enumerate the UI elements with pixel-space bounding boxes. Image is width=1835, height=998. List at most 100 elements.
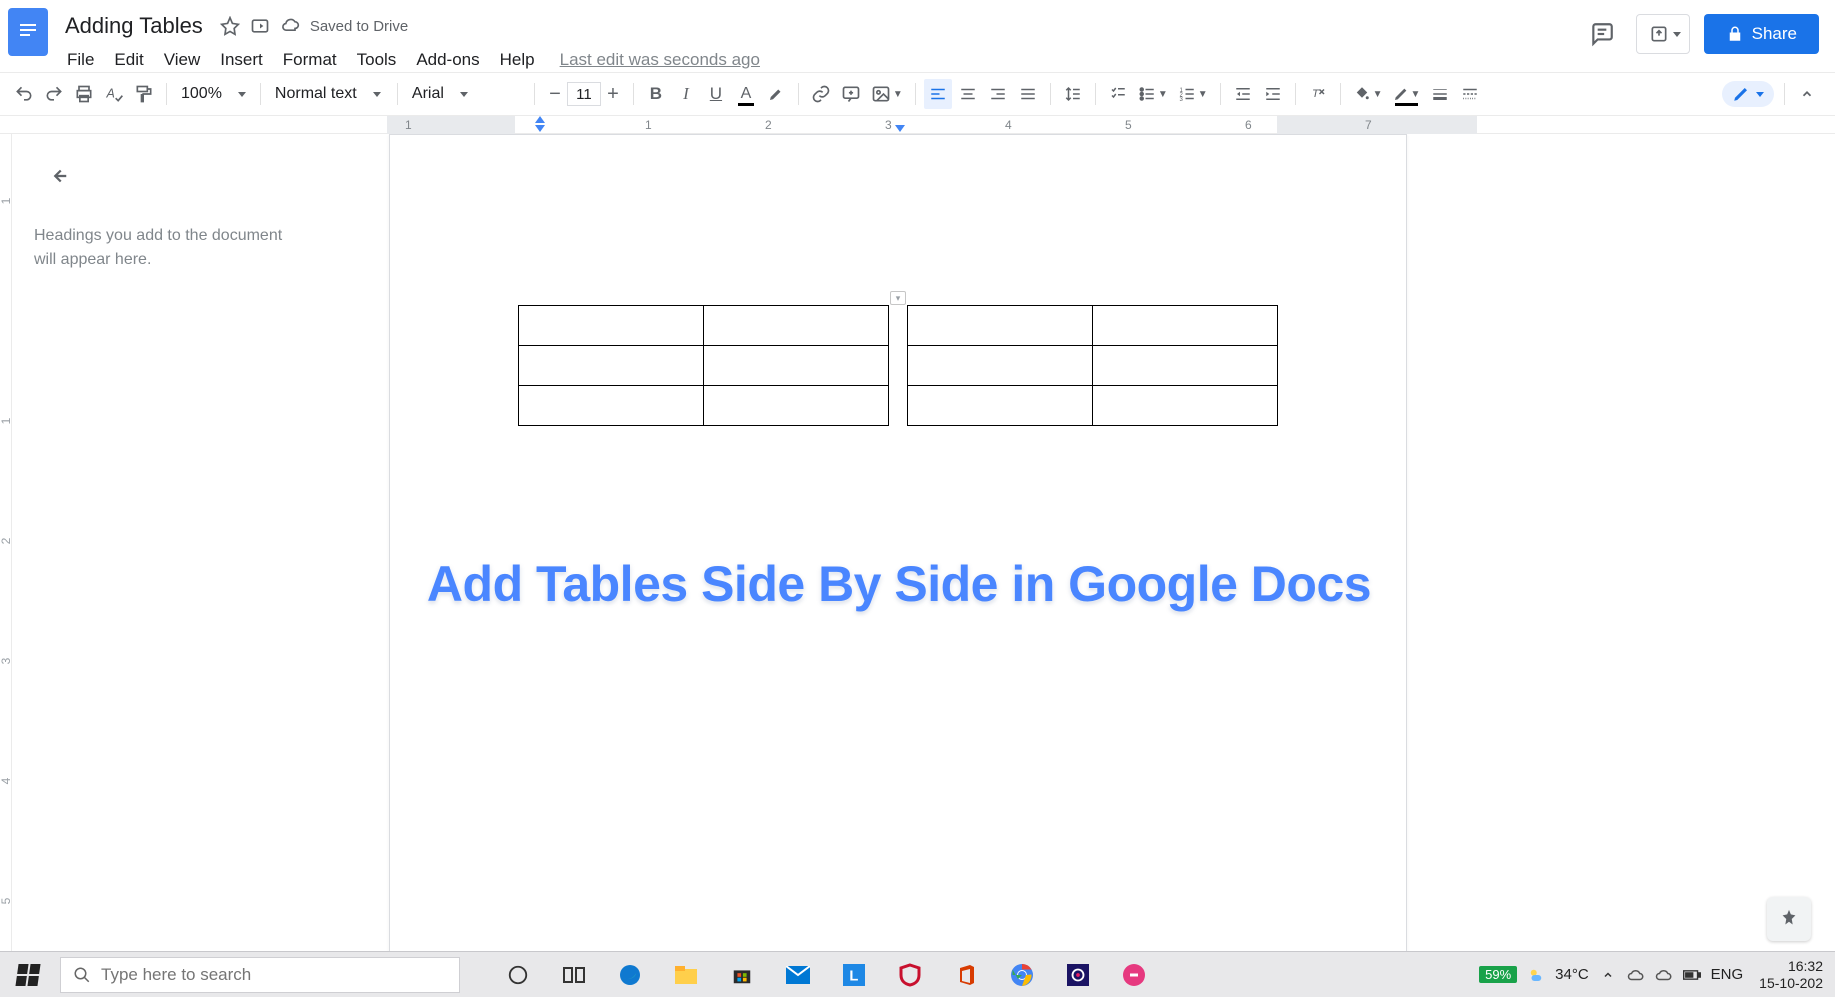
outline-collapse-button[interactable] [40,158,76,194]
menu-view[interactable]: View [155,46,210,74]
task-taskview-icon[interactable] [546,952,602,998]
collapse-toolbar-button[interactable] [1795,82,1819,106]
chevron-down-icon [1673,32,1681,37]
taskbar-search[interactable] [60,957,460,993]
share-button-label: Share [1752,24,1797,44]
task-mcafee-icon[interactable] [882,952,938,998]
horizontal-ruler[interactable]: 1 1 2 3 4 5 6 7 [0,116,1835,134]
font-size-increase[interactable]: + [601,80,625,108]
battery-icon[interactable] [1683,966,1701,984]
align-justify-button[interactable] [1014,79,1042,109]
bulleted-list-button[interactable]: ▼ [1134,79,1172,109]
clock-time: 16:32 [1759,958,1823,974]
last-edit-link[interactable]: Last edit was seconds ago [560,50,760,70]
star-icon[interactable] [220,16,240,36]
paragraph-style-combo[interactable]: Normal text [269,79,389,109]
menu-edit[interactable]: Edit [105,46,152,74]
task-office-icon[interactable] [938,952,994,998]
paragraph-style-value: Normal text [275,85,357,103]
task-edge-icon[interactable] [602,952,658,998]
docs-app-icon[interactable] [8,8,48,56]
taskbar-search-input[interactable] [101,965,447,985]
text-color-button[interactable]: A [732,79,760,109]
chevron-down-icon: ▼ [1198,89,1208,100]
underline-button[interactable]: U [702,79,730,109]
cloud-icon[interactable] [1655,966,1673,984]
clear-formatting-button[interactable]: T [1304,79,1332,109]
ruler-label: 2 [765,118,772,132]
tray-expand-icon[interactable] [1599,966,1617,984]
highlight-color-button[interactable] [762,79,790,109]
menu-addons[interactable]: Add-ons [407,46,488,74]
menu-tools[interactable]: Tools [348,46,406,74]
zoom-combo[interactable]: 100% [175,79,252,109]
checklist-button[interactable] [1104,79,1132,109]
page[interactable]: ▾ Add Tables Side By Side in Google Docs [389,134,1407,951]
right-indent-marker[interactable] [895,125,905,132]
align-center-button[interactable] [954,79,982,109]
cloud-saved-icon [280,16,300,36]
menu-format[interactable]: Format [274,46,346,74]
battery-badge[interactable]: 59% [1479,966,1517,983]
task-store-icon[interactable] [714,952,770,998]
italic-button[interactable]: I [672,79,700,109]
insert-link-button[interactable] [807,79,835,109]
fill-color-button[interactable]: ▼ [1349,79,1387,109]
undo-button[interactable] [10,79,38,109]
outline-panel: Headings you add to the document will ap… [12,134,365,951]
task-screenrec-icon[interactable] [1050,952,1106,998]
onedrive-icon[interactable] [1627,966,1645,984]
chevron-down-icon [373,92,381,97]
share-button[interactable]: Share [1704,14,1819,54]
insert-image-button[interactable]: ▼ [867,79,907,109]
task-mail-icon[interactable] [770,952,826,998]
insert-comment-button[interactable] [837,79,865,109]
move-icon[interactable] [250,16,270,36]
document-canvas[interactable]: ▾ Add Tables Side By Side in Google Docs [365,134,1835,951]
vertical-ruler[interactable]: 1 1 2 3 4 5 [0,134,12,951]
first-line-indent-marker[interactable] [535,116,545,123]
toolbar: A 100% Normal text Arial − + B I U A ▼ ▼… [0,72,1835,116]
indent-button[interactable] [1259,79,1287,109]
language-indicator[interactable]: ENG [1711,966,1744,983]
border-style-button[interactable] [1456,79,1484,109]
outdent-button[interactable] [1229,79,1257,109]
task-app-pink-icon[interactable] [1106,952,1162,998]
task-explorer-icon[interactable] [658,952,714,998]
document-title[interactable]: Adding Tables [58,10,210,42]
menu-insert[interactable]: Insert [211,46,272,74]
font-family-combo[interactable]: Arial [406,79,526,109]
border-color-button[interactable]: ▼ [1389,79,1425,109]
align-left-button[interactable] [924,79,952,109]
start-button[interactable] [0,952,56,998]
weather-icon[interactable] [1527,966,1545,984]
comments-icon[interactable] [1582,14,1622,54]
hanging-indent-marker[interactable] [535,125,545,132]
table-right[interactable] [907,305,1278,426]
menu-help[interactable]: Help [491,46,544,74]
task-chrome-icon[interactable] [994,952,1050,998]
paint-format-button[interactable] [130,79,158,109]
font-size-decrease[interactable]: − [543,80,567,108]
menu-file[interactable]: File [58,46,103,74]
task-app-l-icon[interactable]: L [826,952,882,998]
align-right-button[interactable] [984,79,1012,109]
table-options-handle[interactable]: ▾ [890,291,906,305]
spellcheck-button[interactable]: A [100,79,128,109]
print-button[interactable] [70,79,98,109]
ruler-label: 6 [1245,118,1252,132]
taskbar-clock[interactable]: 16:32 15-10-202 [1753,958,1829,990]
temperature-label[interactable]: 34°C [1555,966,1589,983]
task-cortana-icon[interactable] [490,952,546,998]
present-button[interactable] [1636,14,1690,54]
table-left[interactable] [518,305,889,426]
font-size-input[interactable] [567,82,601,106]
chevron-down-icon: ▼ [893,89,903,100]
numbered-list-button[interactable]: 123▼ [1174,79,1212,109]
line-spacing-button[interactable] [1059,79,1087,109]
editing-mode-button[interactable] [1722,81,1774,107]
redo-button[interactable] [40,79,68,109]
explore-button[interactable] [1767,897,1811,941]
border-width-button[interactable] [1426,79,1454,109]
bold-button[interactable]: B [642,79,670,109]
